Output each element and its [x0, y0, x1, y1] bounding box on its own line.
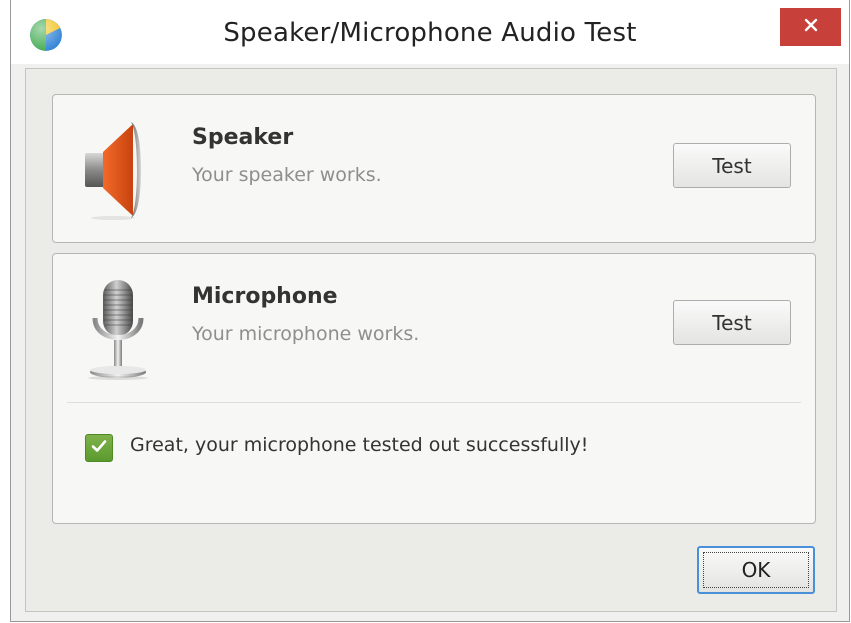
success-checkbox[interactable] — [85, 434, 113, 462]
microphone-panel: Microphone Your microphone works. Test G… — [52, 253, 816, 524]
speaker-icon — [83, 120, 147, 220]
speaker-test-button[interactable]: Test — [673, 143, 791, 188]
audio-test-window: Speaker/Microphone Audio Test Speaker Yo… — [10, 0, 850, 622]
microphone-test-button[interactable]: Test — [673, 300, 791, 345]
speaker-panel: Speaker Your speaker works. Test — [52, 94, 816, 243]
window-title: Speaker/Microphone Audio Test — [223, 18, 637, 48]
ok-button-label: OK — [741, 558, 771, 582]
close-button[interactable] — [780, 8, 841, 46]
ok-button[interactable]: OK — [697, 546, 815, 594]
microphone-status: Your microphone works. — [192, 323, 420, 345]
speaker-status: Your speaker works. — [192, 164, 382, 186]
speaker-title: Speaker — [192, 125, 294, 150]
microphone-icon — [83, 278, 153, 382]
close-icon — [803, 17, 819, 37]
success-message: Great, your microphone tested out succes… — [130, 434, 589, 456]
title-bar: Speaker/Microphone Audio Test — [11, 0, 849, 64]
checkmark-icon — [90, 437, 108, 459]
dialog-content: Speaker Your speaker works. Test Microph… — [25, 68, 837, 612]
divider — [67, 402, 801, 403]
microphone-title: Microphone — [192, 284, 338, 309]
